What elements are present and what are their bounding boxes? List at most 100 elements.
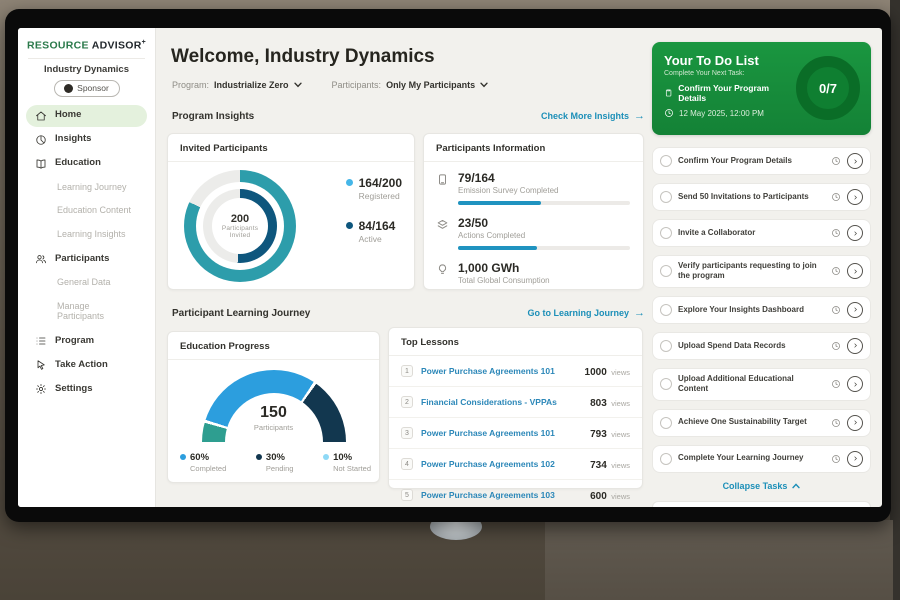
lesson-rank: 5 xyxy=(401,489,413,501)
check-more-insights-link[interactable]: Check More Insights xyxy=(541,110,645,122)
learning-journey-header: Participant Learning Journey Go to Learn… xyxy=(172,307,645,319)
card-title: Education Progress xyxy=(168,332,379,360)
go-to-learning-journey-link[interactable]: Go to Learning Journey xyxy=(527,307,645,319)
task-chevron-button[interactable] xyxy=(847,189,863,205)
task-chevron-button[interactable] xyxy=(847,263,863,279)
task-row[interactable]: Send 50 Invitations to Participants xyxy=(652,183,871,211)
sponsor-badge[interactable]: Sponsor xyxy=(54,80,120,97)
task-checkbox[interactable] xyxy=(660,227,672,239)
task-checkbox[interactable] xyxy=(660,265,672,277)
sidebar-item-education[interactable]: Education xyxy=(26,153,147,175)
program-insights-header: Program Insights Check More Insights xyxy=(172,110,645,122)
lesson-link[interactable]: Power Purchase Agreements 102 xyxy=(421,459,582,469)
stat-label: Total Global Consumption xyxy=(458,276,550,285)
donut-legend: 164/200 Registered 84/164 Active xyxy=(346,176,402,244)
collapse-label: Collapse Tasks xyxy=(723,481,788,491)
sidebar-item-learning-journey[interactable]: Learning Journey xyxy=(26,177,147,199)
education-progress-card: Education Progress 150 Participants 60% … xyxy=(167,331,380,483)
legend-value: 84/164 xyxy=(359,219,396,233)
todo-next-task-label: Confirm Your Program Details xyxy=(678,83,790,103)
program-filter-label: Program: xyxy=(172,80,209,90)
lesson-views: 803 views xyxy=(590,393,630,411)
lesson-link[interactable]: Power Purchase Agreements 103 xyxy=(421,490,582,500)
task-row[interactable]: Invite a Collaborator xyxy=(652,219,871,247)
link-label: Go to Learning Journey xyxy=(527,308,629,318)
lesson-views: 1000 views xyxy=(585,362,630,380)
background-desk xyxy=(545,520,893,600)
sidebar-item-education-content[interactable]: Education Content xyxy=(26,200,147,222)
sidebar-item-label: Education xyxy=(55,158,101,168)
sidebar-item-home[interactable]: Home xyxy=(26,105,147,127)
task-chevron-button[interactable] xyxy=(847,153,863,169)
sidebar-item-label: Education Content xyxy=(57,206,131,216)
legend-item-active: 84/164 Active xyxy=(346,219,402,244)
task-row[interactable]: Achieve One Sustainability Target xyxy=(652,409,871,437)
task-chevron-button[interactable] xyxy=(847,302,863,318)
lesson-rank: 2 xyxy=(401,396,413,408)
lesson-link[interactable]: Power Purchase Agreements 101 xyxy=(421,366,577,376)
task-chevron-button[interactable] xyxy=(847,415,863,431)
participants-select-value: Only My Participants xyxy=(386,80,475,90)
sidebar-item-program[interactable]: Program xyxy=(26,330,147,352)
task-checkbox[interactable] xyxy=(660,304,672,316)
lesson-row: 1 Power Purchase Agreements 101 1000 vie… xyxy=(389,356,642,387)
sidebar-item-manage-participants[interactable]: Manage Participants xyxy=(26,296,147,328)
legend-label: Not Started xyxy=(333,464,371,473)
task-row[interactable]: Complete Your Learning Journey xyxy=(652,445,871,473)
task-chevron-button[interactable] xyxy=(847,338,863,354)
gauge-legend: 60% Completed 30% Pending 10% Not Starte… xyxy=(180,452,371,473)
legend-dot xyxy=(180,454,186,460)
task-checkbox[interactable] xyxy=(660,191,672,203)
logo-advisor: ADVISOR xyxy=(92,40,142,52)
divider xyxy=(28,58,145,59)
todo-progress-ring: 0/7 xyxy=(796,56,860,120)
task-checkbox[interactable] xyxy=(660,155,672,167)
task-label: Upload Additional Educational Content xyxy=(678,374,825,395)
task-label: Invite a Collaborator xyxy=(678,228,825,238)
clock-icon xyxy=(831,379,841,389)
sponsor-label: Sponsor xyxy=(77,83,109,93)
task-row[interactable]: Verify participants requesting to join t… xyxy=(652,255,871,288)
sidebar-item-participants[interactable]: Participants xyxy=(26,248,147,270)
lesson-link[interactable]: Financial Considerations - VPPAs xyxy=(421,397,582,407)
legend-value: 10% xyxy=(333,452,371,463)
progress-bar xyxy=(458,201,630,205)
stat-value: 23/50 xyxy=(458,216,630,230)
task-list: Confirm Your Program Details Send 50 Inv… xyxy=(652,147,871,473)
task-checkbox[interactable] xyxy=(660,417,672,429)
logo-resource: RESOURCE xyxy=(27,40,89,52)
program-select-value: Industrialize Zero xyxy=(214,80,289,90)
task-row[interactable]: Upload Spend Data Records xyxy=(652,332,871,360)
task-row[interactable]: Confirm Your Program Details xyxy=(652,147,871,175)
task-checkbox[interactable] xyxy=(660,453,672,465)
stat-label: Emission Survey Completed xyxy=(458,186,630,195)
task-chevron-button[interactable] xyxy=(847,451,863,467)
lesson-rank: 1 xyxy=(401,365,413,377)
task-checkbox[interactable] xyxy=(660,340,672,352)
legend-label: Completed xyxy=(190,464,226,473)
program-select[interactable]: Industrialize Zero xyxy=(214,80,302,90)
task-chevron-button[interactable] xyxy=(847,376,863,392)
sidebar-item-take-action[interactable]: Take Action xyxy=(26,354,147,376)
sidebar-item-settings[interactable]: Settings xyxy=(26,378,147,400)
clock-icon xyxy=(831,418,841,428)
participants-select[interactable]: Only My Participants xyxy=(386,80,488,90)
task-row[interactable]: Explore Your Insights Dashboard xyxy=(652,296,871,324)
lesson-link[interactable]: Power Purchase Agreements 101 xyxy=(421,428,582,438)
insights-icon xyxy=(35,134,47,146)
arrow-right-icon xyxy=(634,110,645,122)
sidebar-item-learning-insights[interactable]: Learning Insights xyxy=(26,224,147,246)
legend-label: Pending xyxy=(266,464,294,473)
task-checkbox[interactable] xyxy=(660,378,672,390)
legend-label: Active xyxy=(359,234,396,244)
task-row[interactable]: Upload Additional Educational Content xyxy=(652,368,871,401)
collapse-tasks-link[interactable]: Collapse Tasks xyxy=(652,481,871,491)
donut-center-label: Invited xyxy=(230,232,251,239)
clock-icon xyxy=(831,156,841,166)
clock-icon xyxy=(831,305,841,315)
clock-icon xyxy=(831,192,841,202)
actions-icon xyxy=(436,216,449,250)
task-chevron-button[interactable] xyxy=(847,225,863,241)
sidebar-item-general-data[interactable]: General Data xyxy=(26,272,147,294)
sidebar-item-insights[interactable]: Insights xyxy=(26,129,147,151)
